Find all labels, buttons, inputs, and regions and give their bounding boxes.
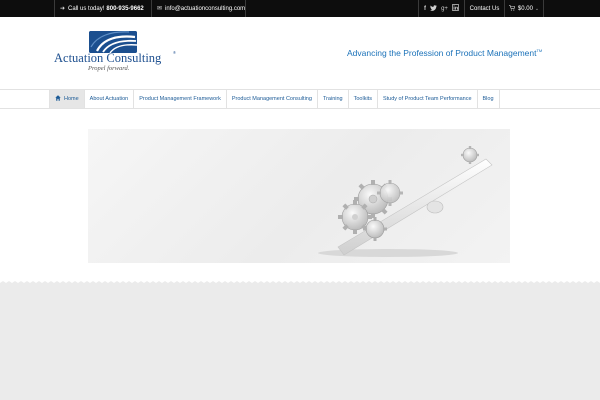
nav-label: Training	[322, 96, 343, 102]
contact-label[interactable]: Contact Us	[470, 6, 500, 12]
nav-item-blog[interactable]: Blog	[478, 90, 500, 108]
nav-label: About Actuation	[89, 96, 129, 102]
nav-label: Toolkits	[353, 96, 372, 102]
facebook-icon[interactable]: f	[424, 6, 426, 12]
logo-mark	[89, 31, 137, 53]
site-header: Actuation Consulting ® Propel forward. A…	[0, 17, 600, 89]
nav-item-study[interactable]: Study of Product Team Performance	[378, 90, 478, 108]
cart-icon	[508, 4, 516, 13]
home-icon	[55, 95, 61, 103]
email-info[interactable]: ✉ info@actuationconsulting.com	[151, 0, 246, 17]
logo-tagline: Propel forward.	[88, 65, 130, 72]
logo-registered: ®	[173, 50, 176, 55]
hero-section	[0, 109, 600, 283]
chevron-down-icon: ⌄	[534, 5, 540, 12]
cart-total[interactable]: $0.00	[518, 6, 533, 12]
nav-item-about[interactable]: About Actuation	[85, 90, 135, 108]
content-area	[0, 281, 600, 400]
nav-item-home[interactable]: Home	[50, 90, 85, 108]
top-bar: ➜ Call us today! 800-935-9662 ✉ info@act…	[0, 0, 600, 17]
nav-label: Product Management Framework	[139, 96, 221, 102]
main-nav: Home About Actuation Product Management …	[0, 89, 600, 109]
tagline-text: Advancing the Profession of Product Mana…	[347, 48, 537, 58]
logo-name: Actuation Consulting	[54, 51, 162, 65]
hero-gears-image	[88, 129, 510, 263]
contact-us-link[interactable]: Contact Us	[464, 0, 504, 17]
social-links: f g+	[418, 0, 464, 17]
tagline-trademark: TM	[536, 48, 543, 54]
nav-label: Study of Product Team Performance	[382, 96, 472, 102]
nav-item-training[interactable]: Training	[318, 90, 349, 108]
twitter-icon[interactable]	[430, 4, 438, 13]
google-plus-icon[interactable]: g+	[441, 6, 448, 12]
cart-button[interactable]: $0.00 ⌄	[504, 0, 544, 17]
wavy-divider	[0, 281, 600, 286]
email-link[interactable]: info@actuationconsulting.com	[165, 6, 245, 12]
nav-item-toolkits[interactable]: Toolkits	[349, 90, 378, 108]
phone-number[interactable]: 800-935-9662	[106, 6, 143, 12]
nav-item-consulting[interactable]: Product Management Consulting	[227, 90, 318, 108]
envelope-icon: ✉	[157, 6, 163, 12]
nav-item-framework[interactable]: Product Management Framework	[134, 90, 227, 108]
nav-label: Home	[64, 96, 79, 102]
linkedin-icon[interactable]	[451, 4, 459, 13]
arrow-right-icon: ➜	[60, 6, 66, 12]
logo[interactable]: Actuation Consulting ® Propel forward.	[54, 31, 178, 77]
phone-info: ➜ Call us today! 800-935-9662	[54, 0, 151, 17]
nav-label: Blog	[482, 96, 494, 102]
phone-prefix: Call us today!	[68, 5, 105, 12]
nav-label: Product Management Consulting	[231, 96, 312, 102]
site-tagline: Advancing the Profession of Product Mana…	[347, 48, 542, 58]
nav-menu: Home About Actuation Product Management …	[49, 90, 500, 108]
